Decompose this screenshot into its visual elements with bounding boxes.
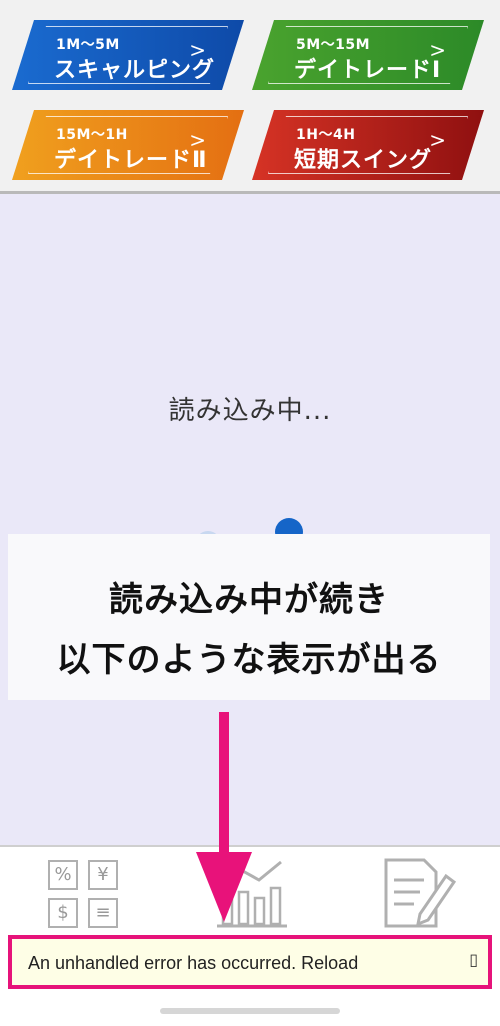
chevron-right-icon: > [189,38,206,62]
mode-button-daytrade-2[interactable]: 15M〜1H デイトレードⅡ > [12,110,244,180]
chevron-right-icon: > [429,128,446,152]
notes-tab[interactable] [380,856,457,930]
loading-text: 読み込み中... [168,396,332,426]
dismiss-icon[interactable]: ▯ [469,950,478,969]
annotation-arrow-head [196,852,252,922]
chevron-right-icon: > [189,128,206,152]
mode-range-label: 5M〜15M [296,37,371,53]
error-banner: An unhandled error has occurred. Reload … [8,935,492,989]
mode-name-label: 短期スイング [294,148,433,173]
chevron-right-icon: > [429,38,446,62]
mode-range-label: 15M〜1H [56,127,128,143]
mode-name-label: デイトレードⅡ [54,148,208,173]
annotation-caption-box: 読み込み中が続き 以下のような表示が出る [8,534,490,700]
mode-button-scalping[interactable]: 1M〜5M スキャルピング > [12,20,244,90]
caption-line-1: 読み込み中が続き [109,580,389,620]
yen-icon: ¥ [88,860,118,890]
percent-icon: % [48,860,78,890]
mode-range-label: 1H〜4H [296,127,356,143]
home-indicator [160,1008,340,1014]
error-message[interactable]: An unhandled error has occurred. Reload [28,953,358,974]
mode-button-short-swing[interactable]: 1H〜4H 短期スイング > [252,110,484,180]
annotation-arrow-shaft [219,712,229,862]
mode-range-label: 1M〜5M [56,37,120,53]
mode-name-label: デイトレードⅠ [294,58,442,83]
mode-button-daytrade-1[interactable]: 5M〜15M デイトレードⅠ > [252,20,484,90]
dollar-icon: $ [48,898,78,928]
fx-rates-tab[interactable]: % ¥ $ ≡ [48,860,120,930]
list-icon: ≡ [88,898,118,928]
caption-line-2: 以下のような表示が出る [56,640,442,680]
mode-selector-panel: 1M〜5M スキャルピング > 5M〜15M デイトレードⅠ > 15M〜1H … [0,0,500,194]
note-icon [384,858,457,928]
